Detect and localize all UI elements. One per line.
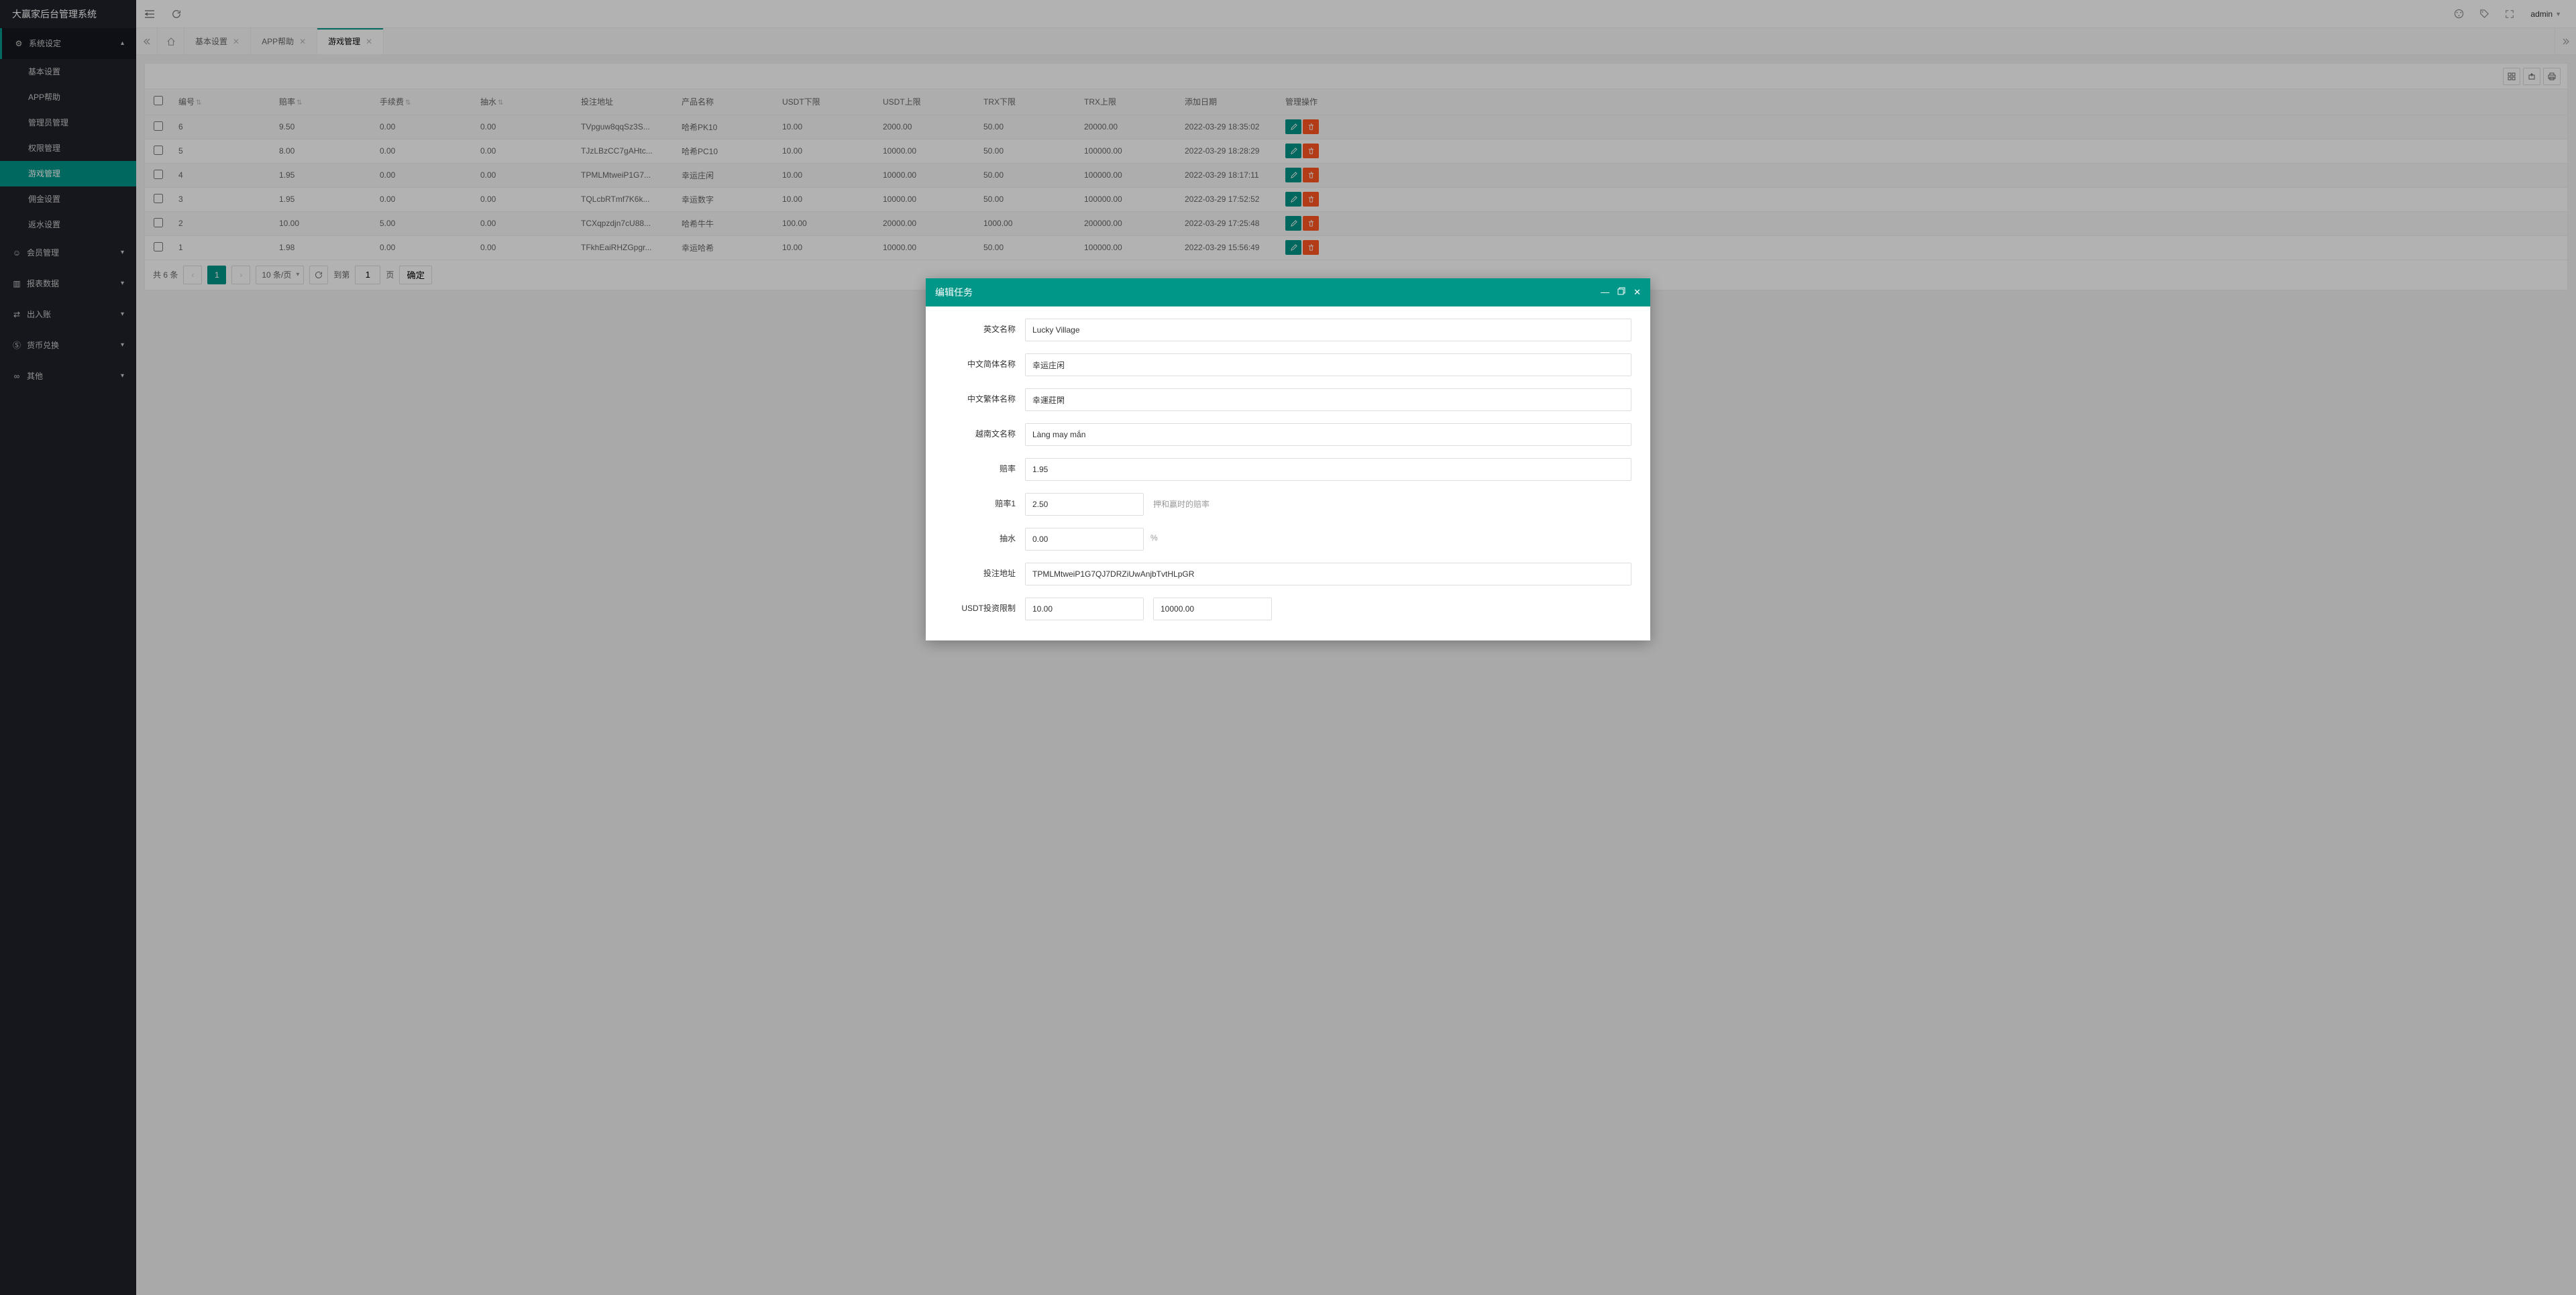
edit-modal: 编辑任务 — ✕ 英文名称 中文简体名称 中文繁体名称 越南文名称: [926, 278, 1650, 640]
label-rate1: 赔率1: [945, 493, 1025, 509]
modal-body: 英文名称 中文简体名称 中文繁体名称 越南文名称 赔率 赔率1: [926, 306, 1650, 640]
input-vi[interactable]: [1025, 423, 1631, 446]
maximize-icon: [1617, 287, 1625, 295]
modal-header: 编辑任务 — ✕: [926, 278, 1650, 306]
input-addr[interactable]: [1025, 563, 1631, 585]
input-rate1[interactable]: [1025, 493, 1144, 516]
label-rate: 赔率: [945, 458, 1025, 474]
modal-title: 编辑任务: [935, 286, 973, 299]
modal-overlay: 编辑任务 — ✕ 英文名称 中文简体名称 中文繁体名称 越南文名称: [0, 0, 2576, 1295]
label-rake: 抽水: [945, 528, 1025, 544]
label-zh-cn: 中文简体名称: [945, 353, 1025, 370]
label-usdt: USDT投资限制: [945, 598, 1025, 614]
label-en-name: 英文名称: [945, 319, 1025, 335]
input-rate[interactable]: [1025, 458, 1631, 481]
close-button[interactable]: ✕: [1633, 287, 1641, 298]
label-addr: 投注地址: [945, 563, 1025, 579]
input-usdt-max[interactable]: [1153, 598, 1272, 620]
hint-rate1: 押和赢时的赔率: [1153, 493, 1210, 510]
hint-rake-unit: %: [1150, 528, 1158, 543]
minimize-button[interactable]: —: [1601, 287, 1609, 298]
label-vi: 越南文名称: [945, 423, 1025, 439]
input-en-name[interactable]: [1025, 319, 1631, 341]
maximize-button[interactable]: [1617, 287, 1625, 298]
label-zh-tw: 中文繁体名称: [945, 388, 1025, 404]
input-usdt-min[interactable]: [1025, 598, 1144, 620]
input-zh-tw[interactable]: [1025, 388, 1631, 411]
input-rake[interactable]: [1025, 528, 1144, 551]
input-zh-cn[interactable]: [1025, 353, 1631, 376]
